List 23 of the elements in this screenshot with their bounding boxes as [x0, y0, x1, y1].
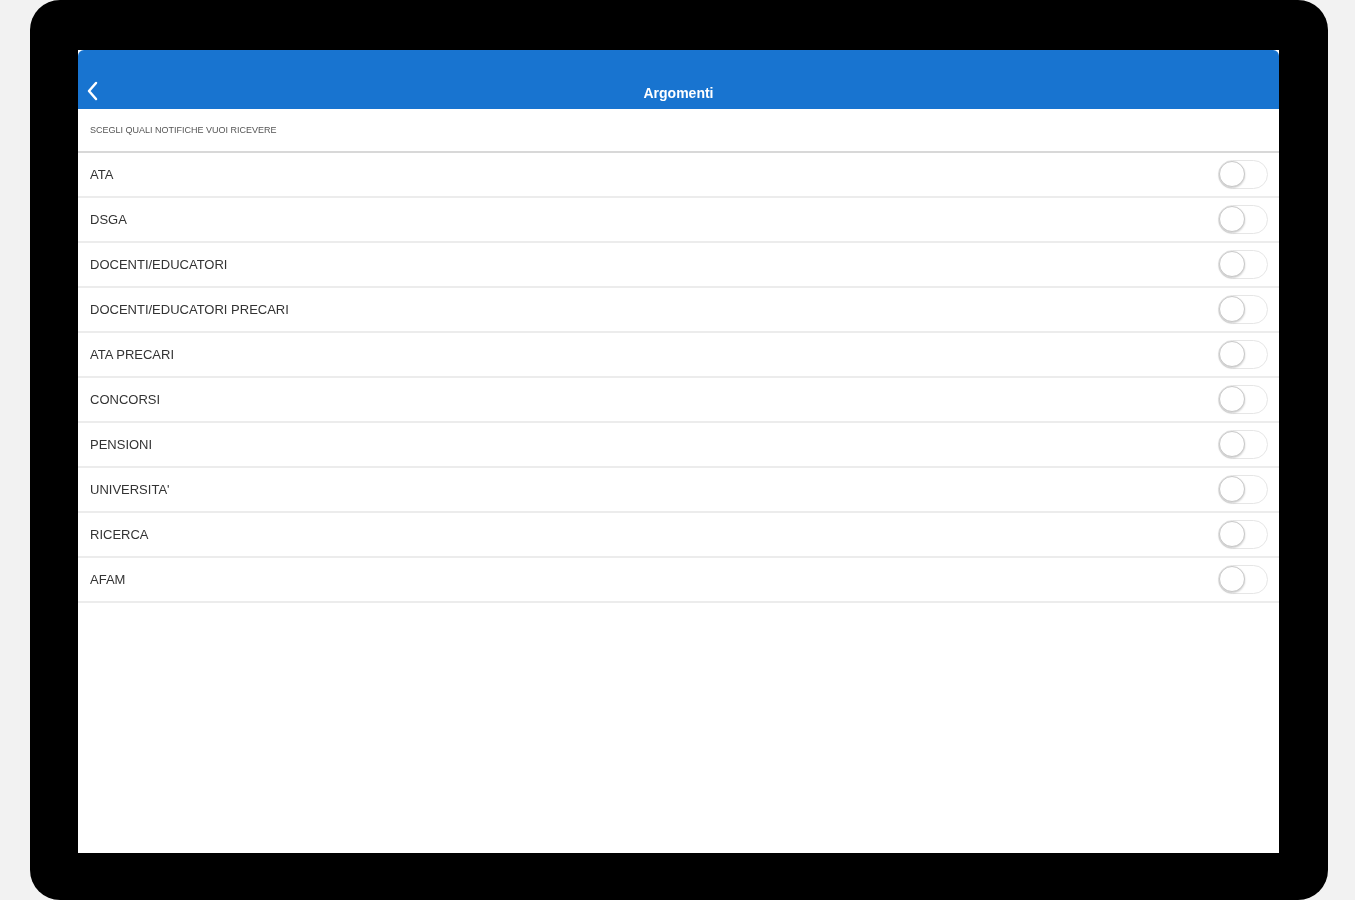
toggle-switch[interactable] — [1218, 340, 1268, 369]
toggle-switch[interactable] — [1218, 430, 1268, 459]
toggle-switch[interactable] — [1218, 385, 1268, 414]
topic-label: RICERCA — [90, 527, 149, 542]
chevron-left-icon — [86, 81, 98, 101]
topic-label: DOCENTI/EDUCATORI PRECARI — [90, 302, 289, 317]
topic-label: DSGA — [90, 212, 127, 227]
toggle-switch[interactable] — [1218, 295, 1268, 324]
toggle-switch[interactable] — [1218, 520, 1268, 549]
topic-label: ATA PRECARI — [90, 347, 175, 362]
toggle-switch[interactable] — [1218, 250, 1268, 279]
toggle-switch[interactable] — [1218, 160, 1268, 189]
topic-label: ATA — [90, 167, 114, 182]
topic-label: CONCORSI — [90, 392, 161, 407]
topic-label: DOCENTI/EDUCATORI — [90, 257, 228, 272]
topic-label: AFAM — [90, 572, 126, 587]
topic-label: UNIVERSITA' — [90, 482, 170, 497]
toggle-switch[interactable] — [1218, 475, 1268, 504]
section-label: SCEGLI QUALI NOTIFICHE VUOI RICEVERE — [78, 109, 1279, 153]
topic-label: PENSIONI — [90, 437, 153, 452]
toggle-switch[interactable] — [1218, 205, 1268, 234]
toggle-switch[interactable] — [1218, 565, 1268, 594]
screen-title: Argomenti — [642, 85, 715, 103]
